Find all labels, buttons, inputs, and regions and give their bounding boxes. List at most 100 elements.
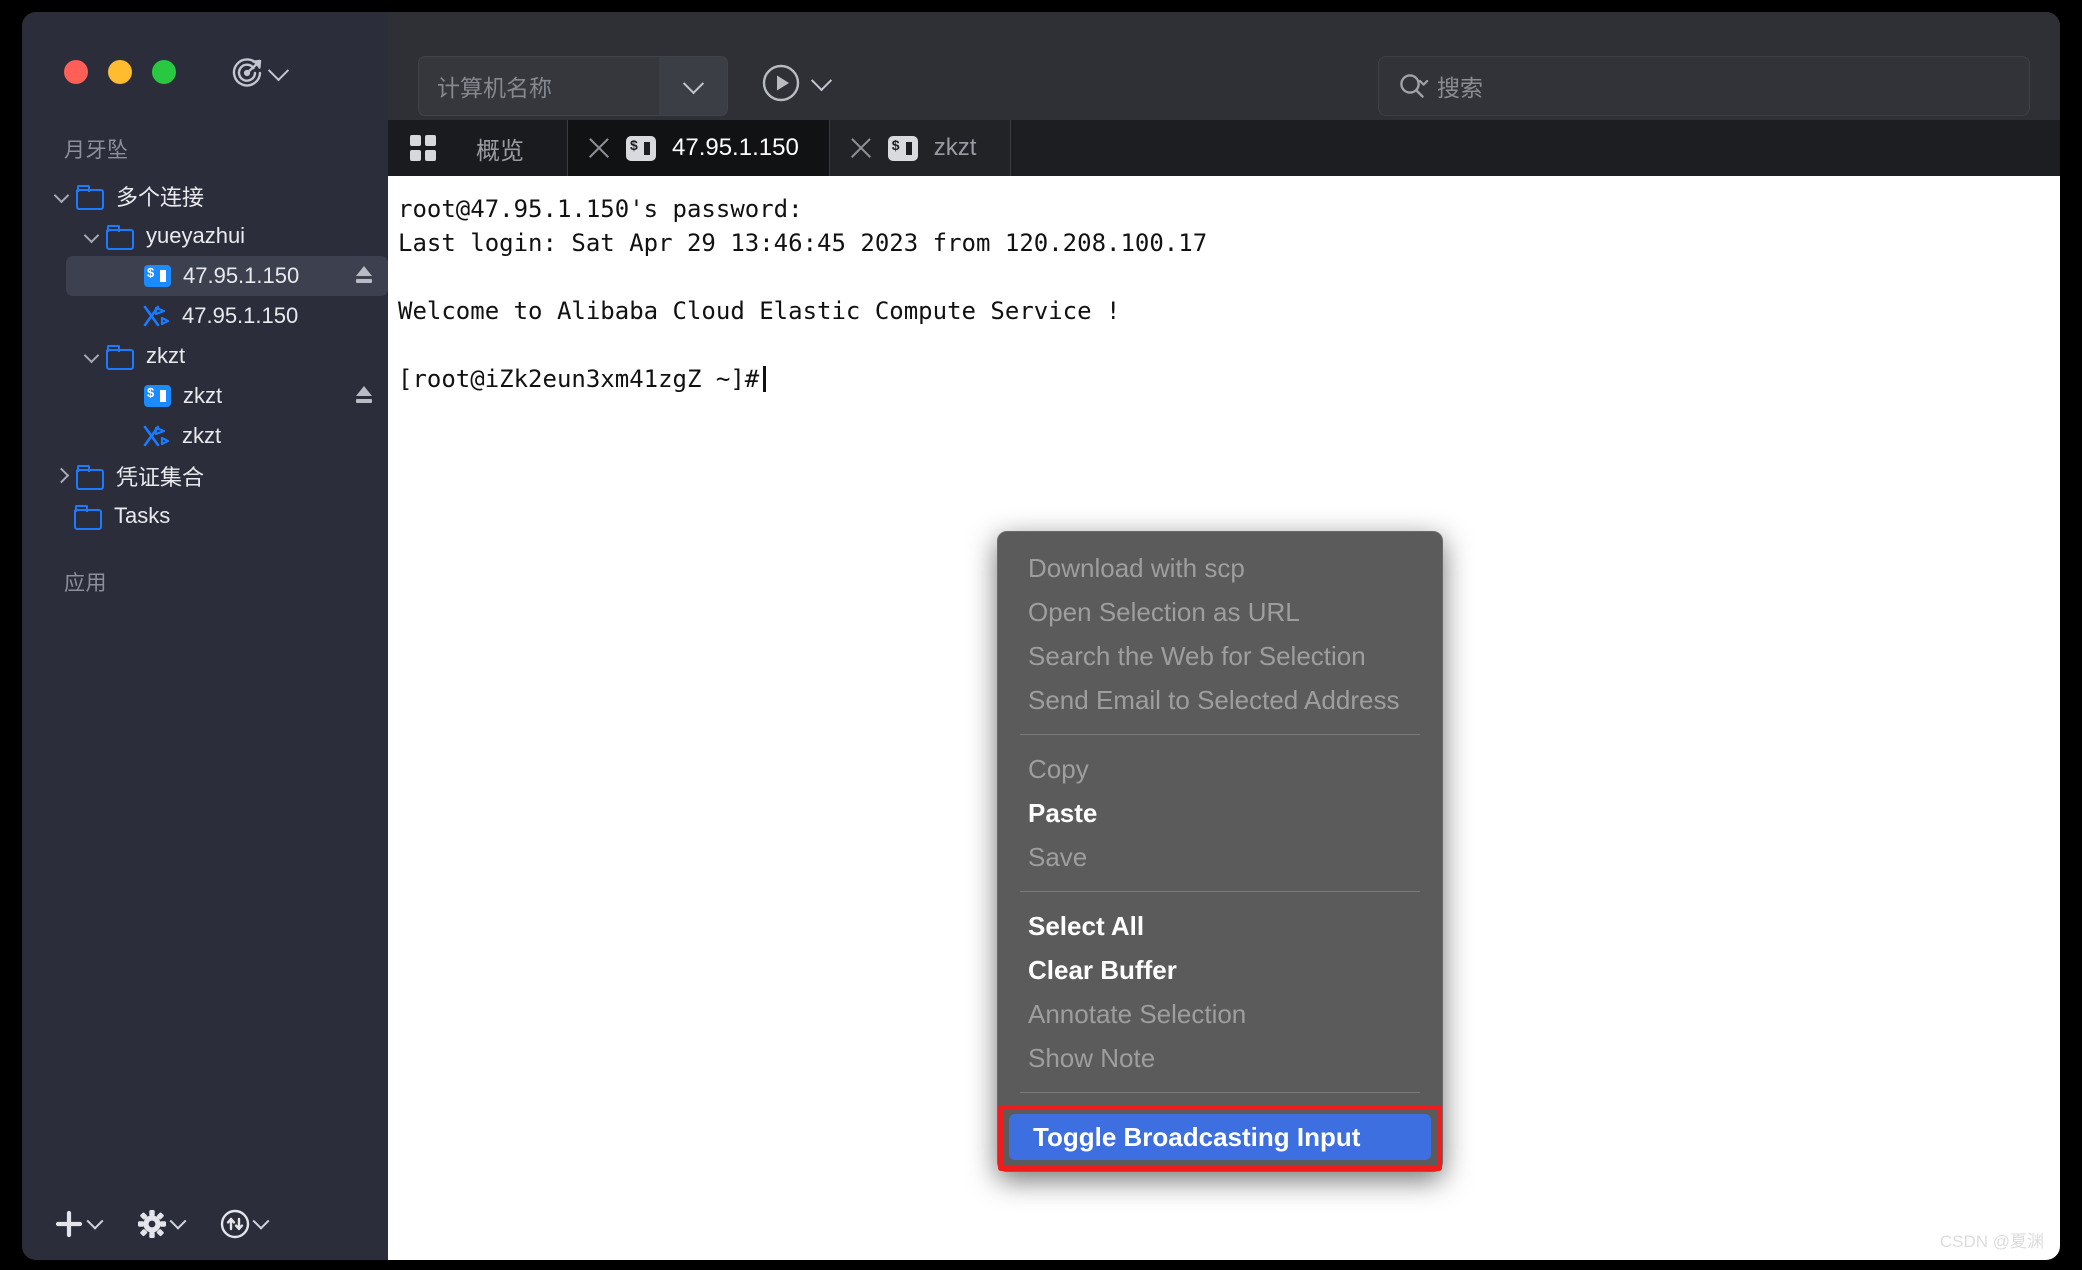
terminal-line-3: Welcome to Alibaba Cloud Elastic Compute… [398, 297, 1121, 325]
sidebar-item-label: 凭证集合 [116, 465, 205, 490]
toolbar: 计算机名称 搜索 [388, 12, 2060, 120]
sidebar-item-label: yueyazhui [146, 223, 246, 248]
chevron-down-icon [86, 1212, 104, 1230]
folder-icon [74, 505, 102, 530]
sftp-icon [142, 424, 172, 448]
menu-item-search-the-web-for-selection[interactable]: Search the Web for Selection [998, 634, 1442, 678]
sidebar-item-label: 47.95.1.150 [183, 263, 300, 288]
sidebar: 月牙坠 应用 多个连接 yueyazhui 47.95.1.150 [22, 12, 505, 1260]
zoom-window-button[interactable] [152, 60, 176, 84]
eject-icon[interactable] [354, 265, 374, 285]
transfer-icon [220, 1209, 250, 1239]
watermark: CSDN @夏渊 [1939, 1232, 2044, 1251]
sidebar-item-zkzt-folder[interactable]: zkzt [82, 336, 362, 376]
chevron-down-icon[interactable] [810, 69, 833, 91]
sidebar-section-apps-label: 应用 [64, 572, 107, 595]
terminal-line-1: Last login: Sat Apr 29 13:46:45 2023 fro… [398, 229, 1208, 257]
menu-item-copy[interactable]: Copy [998, 747, 1442, 791]
target-icon [232, 58, 262, 87]
host-input-wrapper[interactable]: 计算机名称 [418, 56, 728, 116]
host-input[interactable]: 计算机名称 [419, 69, 659, 103]
grid-icon [410, 135, 436, 161]
tab-47-95-1-150[interactable]: 47.95.1.150 [568, 120, 830, 176]
sidebar-item-zkzt-sftp[interactable]: zkzt [66, 416, 388, 456]
window-controls [64, 60, 176, 84]
sidebar-item-multi-connections[interactable]: 多个连接 [52, 176, 362, 216]
transfer-button[interactable] [220, 1209, 270, 1239]
sidebar-item-label: 多个连接 [116, 185, 205, 210]
screen: 月牙坠 应用 多个连接 yueyazhui 47.95.1.150 [0, 0, 2082, 1270]
sidebar-item-credentials[interactable]: 凭证集合 [52, 456, 362, 496]
menu-item-save[interactable]: Save [998, 835, 1442, 879]
menu-item-send-email-to-selected-address[interactable]: Send Email to Selected Address [998, 678, 1442, 722]
target-menu-button[interactable] [230, 56, 290, 90]
tab-overview[interactable]: 概览 [388, 120, 568, 176]
terminal-output: root@47.95.1.150's password: Last login:… [388, 176, 2060, 396]
gear-icon [138, 1210, 166, 1238]
folder-icon [76, 465, 104, 490]
sidebar-item-label: zkzt [146, 343, 186, 368]
menu-item-clear-buffer[interactable]: Clear Buffer [998, 948, 1442, 992]
chevron-down-icon [267, 59, 290, 81]
context-menu: Download with scp Open Selection as URL … [997, 531, 1443, 1172]
settings-button[interactable] [137, 1209, 187, 1239]
sidebar-section-hosts-label: 月牙坠 [64, 139, 129, 162]
sidebar-item-host-47-95-1-150-terminal[interactable]: 47.95.1.150 [66, 256, 388, 296]
menu-item-download-with-scp[interactable]: Download with scp [998, 546, 1442, 590]
play-circle-icon [762, 64, 800, 102]
sidebar-item-yueyazhui[interactable]: yueyazhui [82, 216, 362, 256]
chevron-down-icon [169, 1212, 187, 1230]
terminal-icon [887, 135, 918, 161]
tab-label: 47.95.1.150 [672, 134, 799, 161]
folder-icon [76, 185, 104, 210]
sidebar-item-zkzt-terminal[interactable]: zkzt [66, 376, 388, 416]
disclosure-triangle-icon[interactable] [52, 185, 74, 207]
minimize-window-button[interactable] [108, 60, 132, 84]
tab-zkzt[interactable]: zkzt [829, 120, 1012, 176]
add-button[interactable] [54, 1209, 104, 1239]
search-field[interactable]: 搜索 [1378, 56, 2030, 116]
app-window: 月牙坠 应用 多个连接 yueyazhui 47.95.1.150 [22, 12, 2060, 1260]
connect-run-button[interactable] [760, 62, 833, 104]
sidebar-item-tasks[interactable]: Tasks [52, 496, 362, 536]
folder-icon [106, 345, 134, 370]
menu-item-toggle-broadcasting-input[interactable]: Toggle Broadcasting Input [1009, 1114, 1431, 1160]
disclosure-triangle-icon[interactable] [82, 225, 104, 247]
host-dropdown-button[interactable] [659, 57, 727, 115]
sidebar-item-label: zkzt [182, 423, 222, 448]
disclosure-triangle-icon[interactable] [52, 465, 74, 487]
sidebar-item-label: zkzt [183, 383, 223, 408]
close-icon[interactable] [848, 135, 874, 161]
terminal-icon [626, 135, 656, 161]
terminal-prompt: [root@iZk2eun3xm41zgZ ~]# [398, 365, 760, 393]
folder-icon [106, 225, 134, 250]
disclosure-triangle-icon[interactable] [82, 345, 104, 367]
terminal-line-0: root@47.95.1.150's password: [398, 195, 803, 223]
menu-separator [1020, 1092, 1420, 1093]
search-icon[interactable] [1397, 71, 1431, 101]
close-window-button[interactable] [64, 60, 88, 84]
sidebar-item-host-47-95-1-150-sftp[interactable]: 47.95.1.150 [66, 296, 388, 336]
menu-item-select-all[interactable]: Select All [998, 904, 1442, 948]
menu-item-show-note[interactable]: Show Note [998, 1036, 1442, 1080]
menu-separator [1020, 891, 1420, 892]
terminal-icon [144, 265, 171, 287]
chevron-down-icon [682, 72, 704, 94]
menu-item-annotate-selection[interactable]: Annotate Selection [998, 992, 1442, 1036]
sidebar-item-label: Tasks [114, 503, 171, 528]
annotation-box: Toggle Broadcasting Input [998, 1105, 1442, 1171]
terminal-icon [144, 385, 171, 407]
menu-item-open-selection-as-url[interactable]: Open Selection as URL [998, 590, 1442, 634]
menu-item-paste[interactable]: Paste [998, 791, 1442, 835]
tab-label: zkzt [933, 134, 977, 161]
close-icon[interactable] [586, 135, 612, 161]
sidebar-item-label: 47.95.1.150 [182, 303, 299, 328]
search-input[interactable]: 搜索 [1437, 69, 1483, 103]
eject-icon[interactable] [354, 385, 374, 405]
chevron-down-icon [252, 1212, 270, 1230]
terminal-cursor [763, 366, 767, 392]
tab-label: 概览 [476, 137, 524, 165]
sidebar-toolbar [22, 1188, 505, 1260]
tab-bar: 概览 47.95.1.150 zkzt [388, 120, 2060, 177]
sftp-icon [142, 304, 172, 328]
